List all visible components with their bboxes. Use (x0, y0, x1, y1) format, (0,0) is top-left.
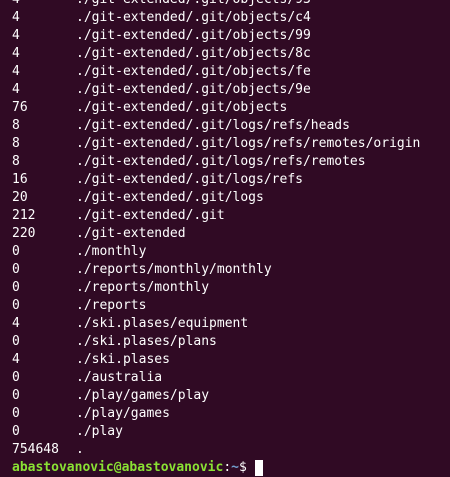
prompt-separator: : (223, 460, 232, 475)
disk-usage-size: 8 (12, 136, 20, 151)
output-line: 0 ./play/games (12, 405, 446, 423)
directory-path: ./ski.plases (76, 352, 170, 367)
prompt-path: ~ (231, 460, 239, 475)
disk-usage-size: 76 (12, 100, 28, 115)
output-line: 0 ./reports (12, 297, 446, 315)
directory-path: ./git-extended (76, 226, 186, 241)
output-line: 4 ./ski.plases (12, 351, 446, 369)
disk-usage-size: 4 (12, 352, 20, 367)
output-line: 0 ./reports/monthly/monthly (12, 261, 446, 279)
directory-path: ./git-extended/.git/objects/9e (76, 82, 311, 97)
shell-prompt[interactable]: abastovanovic@abastovanovic: ~ $ (12, 459, 446, 477)
disk-usage-size: 0 (12, 262, 20, 277)
output-line: 4 ./ski.plases/equipment (12, 315, 446, 333)
output-line: 4 ./git-extended/.git/objects/c4 (12, 9, 446, 27)
disk-usage-size: 4 (12, 10, 20, 25)
directory-path: ./git-extended/.git/objects/99 (76, 28, 311, 43)
terminal-output: 4 ./git-extended/.git/objects/93 4 ./git-ex… (12, 0, 446, 477)
output-line: 8 ./git-extended/.git/logs/refs/remotes/o… (12, 135, 446, 153)
prompt-user-host: abastovanovic@abastovanovic (12, 460, 224, 475)
disk-usage-size: 4 (12, 46, 20, 61)
disk-usage-size: 212 (12, 208, 36, 223)
terminal-window[interactable]: 4 ./git-extended/.git/objects/93 4 ./git-ex… (0, 0, 450, 477)
output-line: 8 ./git-extended/.git/logs/refs/remotes (12, 153, 446, 171)
disk-usage-size: 0 (12, 388, 20, 403)
directory-path: ./git-extended/.git/logs/refs/heads (76, 118, 350, 133)
disk-usage-size: 754648 (12, 442, 59, 457)
output-line: 0 ./play (12, 423, 446, 441)
output-line: 754648. (12, 441, 446, 459)
output-line: 220 ./git-extended (12, 225, 446, 243)
directory-path: ./git-extended/.git (76, 208, 225, 223)
disk-usage-size: 8 (12, 154, 20, 169)
disk-usage-size: 0 (12, 424, 20, 439)
directory-path: ./git-extended/.git/logs/refs/remotes (76, 154, 366, 169)
directory-path: ./git-extended/.git/logs/refs/remotes/or… (76, 136, 421, 151)
directory-path: ./git-extended/.git/objects/c4 (76, 10, 311, 25)
disk-usage-size: 0 (12, 280, 20, 295)
directory-path: . (76, 442, 84, 457)
directory-path: ./git-extended/.git/logs/refs (76, 172, 303, 187)
output-line: 4 ./git-extended/.git/objects/fe (12, 63, 446, 81)
directory-path: ./reports (76, 298, 147, 313)
output-line: 8 ./git-extended/.git/logs/refs/heads (12, 117, 446, 135)
disk-usage-size: 0 (12, 298, 20, 313)
output-line: 0 ./monthly (12, 243, 446, 261)
output-line: 4 ./git-extended/.git/objects/93 (12, 0, 446, 9)
directory-path: ./play/games/play (76, 388, 210, 403)
disk-usage-size: 0 (12, 370, 20, 385)
directory-path: ./git-extended/.git/objects/fe (76, 64, 311, 79)
output-line: 20 ./git-extended/.git/logs (12, 189, 446, 207)
disk-usage-size: 4 (12, 82, 20, 97)
directory-path: ./australia (76, 370, 163, 385)
disk-usage-size: 4 (12, 28, 20, 43)
output-line: 0 ./play/games/play (12, 387, 446, 405)
disk-usage-size: 220 (12, 226, 36, 241)
disk-usage-size: 4 (12, 0, 20, 9)
output-line: 76 ./git-extended/.git/objects (12, 99, 446, 117)
disk-usage-size: 0 (12, 334, 20, 349)
directory-path: ./monthly (76, 244, 147, 259)
output-line: 4 ./git-extended/.git/objects/8c (12, 45, 446, 63)
directory-path: ./git-extended/.git/objects/93 (76, 0, 311, 9)
directory-path: ./ski.plases/plans (76, 334, 217, 349)
directory-path: ./reports/monthly/monthly (76, 262, 272, 277)
disk-usage-size: 8 (12, 118, 20, 133)
disk-usage-size: 4 (12, 64, 20, 79)
directory-path: ./play/games (76, 406, 170, 421)
output-line: 0 ./reports/monthly (12, 279, 446, 297)
directory-path: ./ski.plases/equipment (76, 316, 249, 331)
output-line: 16 ./git-extended/.git/logs/refs (12, 171, 446, 189)
output-line: 4 ./git-extended/.git/objects/9e (12, 81, 446, 99)
directory-path: ./git-extended/.git/objects/8c (76, 46, 311, 61)
output-line: 0 ./australia (12, 369, 446, 387)
prompt-symbol: $ (238, 460, 247, 475)
directory-path: ./git-extended/.git/logs (76, 190, 264, 205)
output-line: 0 ./ski.plases/plans (12, 333, 446, 351)
disk-usage-size: 16 (12, 172, 28, 187)
disk-usage-size: 0 (12, 406, 20, 421)
disk-usage-size: 0 (12, 244, 20, 259)
disk-usage-size: 20 (12, 190, 28, 205)
output-line: 4 ./git-extended/.git/objects/99 (12, 27, 446, 45)
output-line: 212 ./git-extended/.git (12, 207, 446, 225)
directory-path: ./play (76, 424, 123, 439)
disk-usage-size: 4 (12, 316, 20, 331)
directory-path: ./reports/monthly (76, 280, 210, 295)
text-cursor (254, 460, 263, 476)
directory-path: ./git-extended/.git/objects (76, 100, 288, 115)
